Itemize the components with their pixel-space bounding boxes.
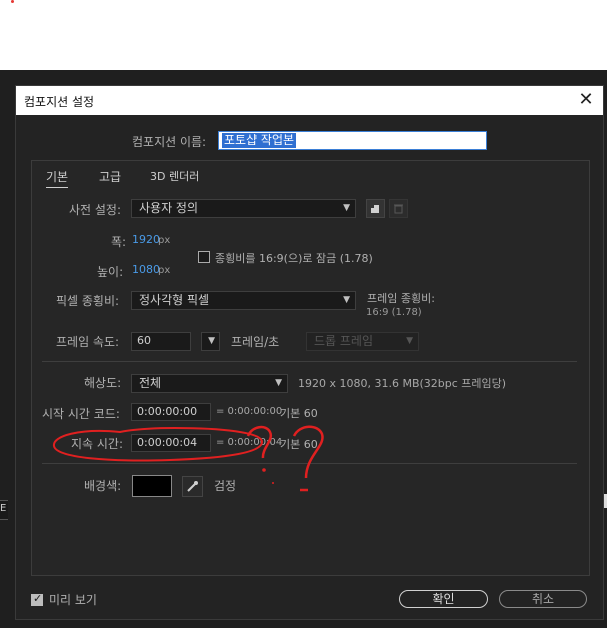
annotation-circle bbox=[53, 426, 264, 462]
annotation-question-1-dot bbox=[262, 468, 266, 472]
annotation-question-2 bbox=[292, 425, 324, 479]
annotation-question-1 bbox=[246, 425, 273, 459]
annotation-stray-dot bbox=[272, 482, 274, 484]
red-annotation-overlay bbox=[53, 425, 324, 492]
